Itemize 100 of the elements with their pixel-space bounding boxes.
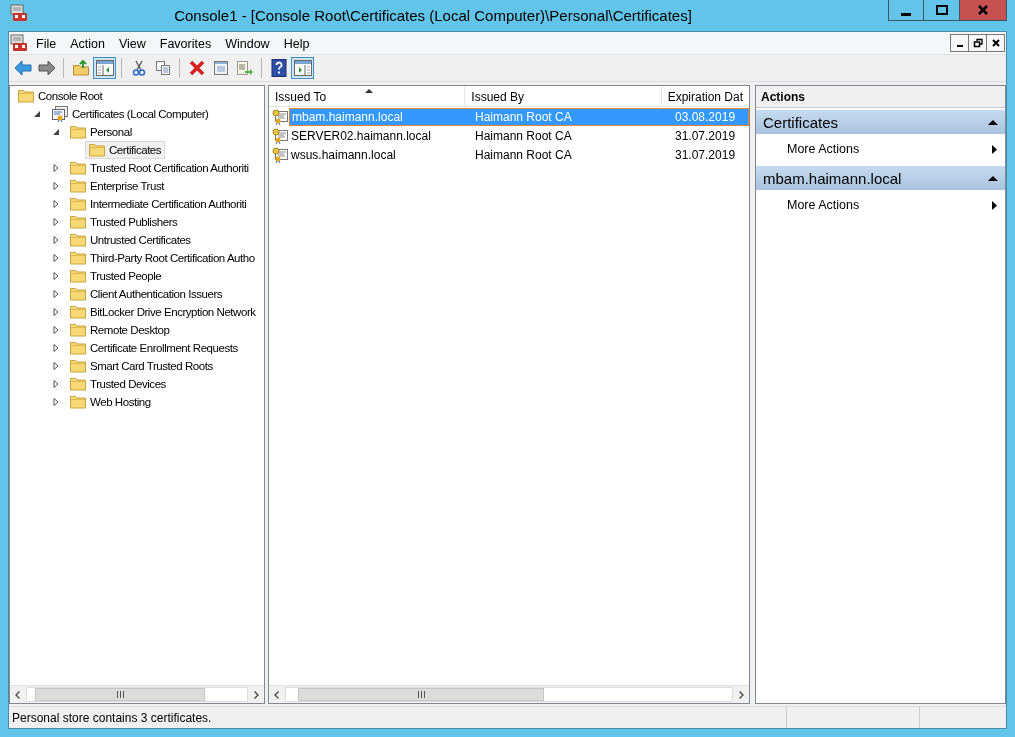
maximize-button[interactable] (924, 0, 960, 21)
collapsed-triangle-icon[interactable] (52, 398, 60, 406)
minimize-icon (901, 12, 911, 16)
actions-pane-title: Actions (756, 86, 1005, 108)
scrollbar-thumb[interactable] (298, 688, 544, 701)
action-pane-icon (293, 60, 312, 76)
folder-icon (70, 323, 86, 337)
restore-icon (972, 38, 983, 48)
action-section-header[interactable]: mbam.haimann.local (756, 166, 1005, 190)
action-item[interactable]: More Actions (756, 134, 1005, 164)
toolbar-button[interactable] (93, 57, 116, 79)
certificate-icon (272, 108, 288, 125)
horizontal-scrollbar[interactable] (10, 685, 264, 703)
folder-icon (70, 251, 86, 265)
right-arrow-icon (37, 60, 56, 76)
folder-icon (70, 269, 86, 283)
tree-item[interactable]: Trusted Publishers (66, 213, 182, 231)
collapsed-triangle-icon[interactable] (52, 344, 60, 352)
console-tree-icon (95, 60, 114, 76)
folder-icon (70, 197, 86, 211)
tree-item[interactable]: Trusted Root Certification Authoriti (66, 159, 253, 177)
menu-item[interactable]: Window (219, 34, 276, 52)
tree-item[interactable]: Certificate Enrollment Requests (66, 339, 242, 357)
folder-icon (70, 179, 86, 193)
folder-icon (70, 233, 86, 247)
scrollbar-thumb[interactable] (35, 688, 205, 701)
collapsed-triangle-icon[interactable] (52, 236, 60, 244)
table-cell[interactable]: wsus.haimann.local (289, 145, 469, 164)
tree-item[interactable]: BitLocker Drive Encryption Network (66, 303, 260, 321)
folder-icon (70, 395, 86, 409)
tree-item[interactable]: Trusted People (66, 267, 166, 285)
folder-icon (18, 89, 34, 103)
folder-up-icon (72, 60, 89, 76)
close-button[interactable] (986, 34, 1005, 52)
collapsed-triangle-icon[interactable] (52, 290, 60, 298)
tree-item[interactable]: Untrusted Certificates (66, 231, 195, 249)
tree-item[interactable]: Console Root (14, 87, 107, 105)
grip-icon (116, 691, 124, 698)
column-header[interactable]: Issued To (269, 86, 466, 106)
action-section-header[interactable]: Certificates (756, 110, 1005, 134)
folder-icon (70, 125, 86, 139)
collapsed-triangle-icon[interactable] (52, 218, 60, 226)
tree-item[interactable]: Trusted Devices (66, 375, 170, 393)
tree-item[interactable]: Remote Desktop (66, 321, 174, 339)
table-cell: Haimann Root CA (475, 109, 572, 124)
table-cell[interactable]: SERVER02.haimann.local (289, 126, 469, 145)
tree-item[interactable]: Client Authentication Issuers (66, 285, 227, 303)
toolbar-button[interactable] (291, 57, 314, 79)
tree-item[interactable]: Certificates (Local Computer) (47, 104, 213, 124)
tree-item[interactable]: Web Hosting (66, 393, 155, 411)
help-icon (270, 59, 287, 77)
folder-icon (70, 359, 86, 373)
tree-item[interactable]: Certificates (85, 141, 166, 159)
collapsed-triangle-icon[interactable] (52, 380, 60, 388)
certificate-icon (272, 146, 288, 163)
table-cell: Haimann Root CA (475, 147, 572, 162)
console-app-icon[interactable] (10, 34, 28, 52)
expanded-triangle-icon[interactable] (52, 128, 60, 136)
folder-icon (70, 305, 86, 319)
folder-icon (70, 215, 86, 229)
column-header[interactable]: Expiration Dat (661, 86, 749, 106)
horizontal-scrollbar[interactable] (269, 685, 749, 703)
collapsed-triangle-icon[interactable] (52, 254, 60, 262)
maximize-icon (934, 3, 949, 17)
collapsed-triangle-icon[interactable] (52, 164, 60, 172)
folder-icon (70, 377, 86, 391)
collapsed-triangle-icon[interactable] (52, 200, 60, 208)
column-header[interactable]: Issued By (465, 86, 662, 106)
tree-item[interactable]: Enterprise Trust (66, 177, 168, 195)
grip-icon (417, 691, 425, 698)
collapsed-triangle-icon[interactable] (52, 272, 60, 280)
tree-item[interactable]: Intermediate Certification Authoriti (66, 195, 251, 213)
action-item[interactable]: More Actions (756, 190, 1005, 220)
menu-item[interactable]: Favorites (153, 34, 218, 52)
collapse-triangle-icon (988, 175, 998, 181)
collapse-triangle-icon (988, 119, 998, 125)
menu-item[interactable]: Help (277, 34, 316, 52)
status-text: Personal store contains 3 certificates. (11, 709, 213, 727)
certificate-icon (272, 127, 288, 144)
table-cell: 31.07.2019 (675, 147, 736, 162)
folder-icon (70, 287, 86, 301)
collapsed-triangle-icon[interactable] (52, 326, 60, 334)
close-icon (976, 3, 990, 17)
collapsed-triangle-icon[interactable] (52, 182, 60, 190)
table-cell: Haimann Root CA (475, 128, 572, 143)
properties-icon (212, 60, 229, 76)
scissors-icon (130, 60, 147, 76)
minimize-button[interactable] (888, 0, 924, 21)
table-cell: 03.08.2019 (675, 109, 736, 124)
expanded-triangle-icon[interactable] (33, 110, 41, 118)
collapsed-triangle-icon[interactable] (52, 308, 60, 316)
tree-item[interactable]: Personal (66, 123, 136, 141)
menu-item[interactable]: Action (64, 34, 111, 52)
tree-item[interactable]: Smart Card Trusted Roots (66, 357, 217, 375)
folder-icon (89, 143, 105, 157)
menu-item[interactable]: View (112, 34, 152, 52)
collapsed-triangle-icon[interactable] (52, 362, 60, 370)
tree-item[interactable]: Third-Party Root Certification Autho (66, 249, 259, 267)
menu-item[interactable]: File (30, 34, 63, 52)
close-icon (990, 38, 1001, 48)
